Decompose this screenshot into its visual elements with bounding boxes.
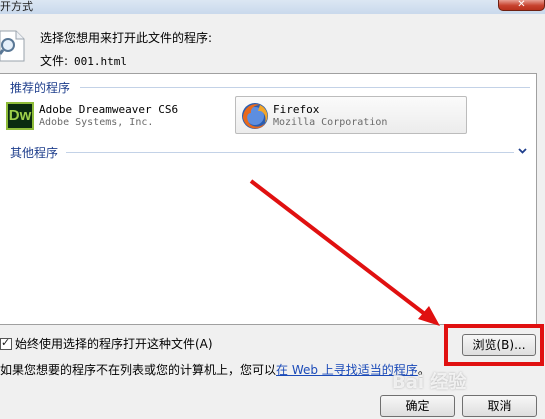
hint-text: 如果您想要的程序不在列表或您的计算机上，您可以在 Web 上寻找适当的程序。 — [0, 361, 430, 378]
watermark: Bai 经验 — [392, 372, 467, 393]
always-use-checkbox[interactable] — [0, 336, 12, 350]
document-search-icon — [0, 30, 25, 62]
program-list[interactable]: 推荐的程序 Dw Adobe Dreamweaver CS6 Adobe Sys… — [0, 73, 537, 325]
close-button[interactable]: ✕ — [498, 0, 545, 11]
ok-button[interactable]: 确定 — [380, 395, 455, 417]
cancel-button[interactable]: 取消 — [462, 395, 537, 417]
program-publisher: Mozilla Corporation — [273, 117, 388, 128]
group-divider — [80, 87, 530, 88]
file-name: 001.html — [74, 55, 128, 68]
program-name: Adobe Dreamweaver CS6 — [39, 103, 179, 116]
always-use-label: 始终使用选择的程序打开这种文件(A) — [15, 337, 213, 351]
recommended-programs-header: 推荐的程序 — [10, 81, 71, 95]
always-use-option[interactable]: 始终使用选择的程序打开这种文件(A) — [0, 335, 213, 352]
window-title: 开方式 — [0, 0, 33, 13]
program-item-firefox[interactable]: Firefox Mozilla Corporation — [235, 96, 467, 134]
prompt-text: 选择您想用来打开此文件的程序: — [40, 31, 213, 45]
program-item-dreamweaver[interactable]: Dw Adobe Dreamweaver CS6 Adobe Systems, … — [2, 96, 228, 134]
program-publisher: Adobe Systems, Inc. — [39, 117, 154, 128]
close-icon: ✕ — [517, 0, 526, 10]
other-programs-header: 其他程序 — [10, 146, 59, 160]
title-bar: 开方式 ✕ — [0, 0, 545, 14]
hint-prefix: 如果您想要的程序不在列表或您的计算机上，您可以 — [0, 363, 277, 377]
file-line: 文件: 001.html — [40, 52, 127, 69]
annotation-highlight-box — [444, 324, 544, 366]
chevron-down-icon[interactable] — [518, 148, 527, 154]
group-divider — [66, 152, 514, 153]
program-name: Firefox — [273, 103, 320, 116]
file-label: 文件: — [40, 54, 69, 68]
dreamweaver-icon: Dw — [6, 102, 34, 130]
firefox-icon — [242, 103, 268, 129]
